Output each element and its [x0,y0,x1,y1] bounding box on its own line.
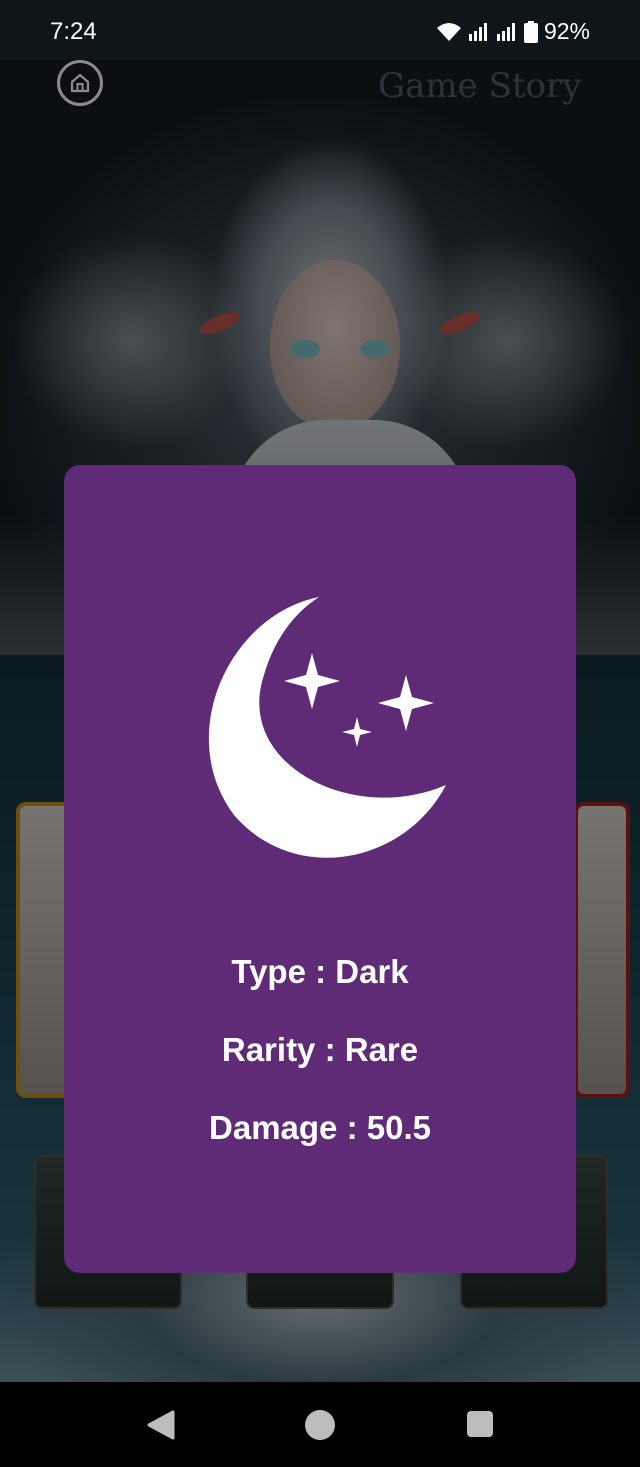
card-damage-text: Damage : 50.5 [209,1109,431,1146]
wifi-icon [436,22,461,41]
battery-icon [523,20,538,43]
system-nav-bar [0,1382,640,1467]
card-rarity-text: Rarity : Rare [221,1031,419,1068]
recents-square-icon[interactable] [467,1411,493,1437]
back-triangle-icon[interactable] [147,1410,175,1440]
card-type-text: Type : Dark [231,953,409,990]
crescent-moon-with-stars-icon [208,597,446,858]
signal-icon [468,22,487,41]
status-time: 7:24 [50,18,97,45]
signal-icon [496,22,515,41]
card-detail-popup: Type : Dark Rarity : Rare Damage : 50.5 [64,465,576,1273]
battery-percent: 92% [543,18,590,44]
status-bar: 7:24 92% [0,0,640,60]
status-icons: 92% [436,18,590,45]
home-circle-icon[interactable] [305,1410,335,1440]
